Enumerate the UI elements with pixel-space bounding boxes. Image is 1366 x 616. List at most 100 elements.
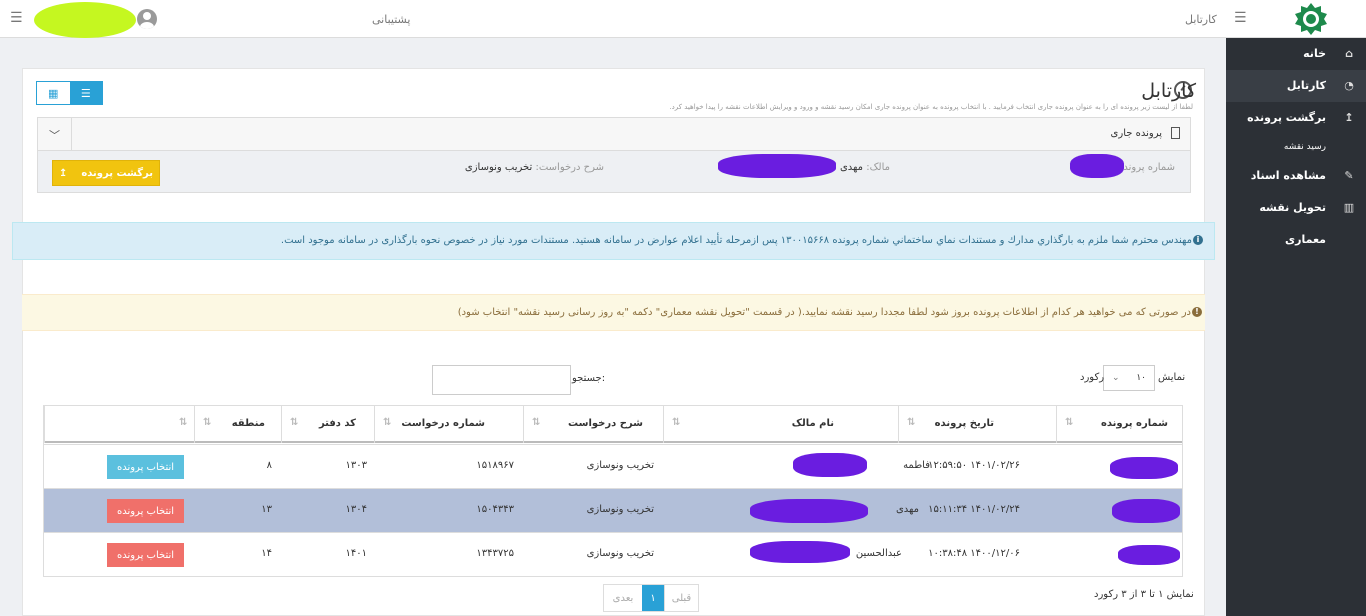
records-label: رکورد bbox=[1080, 372, 1105, 383]
office-code-cell: ۱۳۰۴ bbox=[345, 504, 367, 515]
column-header-file-date[interactable]: تاریخ پرونده ⇅ bbox=[898, 406, 1056, 443]
sidebar-item-map-receipt[interactable]: رسید نقشه bbox=[1226, 134, 1366, 160]
table-row[interactable]: ۱۴۰۱/۰۲/۲۴ ۱۵:۱۱:۳۴ مهدی تخریب ونوسازی ۱… bbox=[44, 488, 1182, 532]
sort-icon: ⇅ bbox=[203, 417, 212, 428]
owner-field: مالک: مهدی bbox=[840, 162, 890, 173]
paperclip-icon: ✎ bbox=[1344, 169, 1354, 182]
return-file-button[interactable]: برگشت پرونده ↥ bbox=[52, 160, 160, 186]
table-info: نمایش ۱ تا ۳ از ۳ رکورد bbox=[1094, 589, 1194, 600]
info-alert-text: مهندس محترم شما ملزم به بارگذاري مدارك و… bbox=[280, 235, 1192, 246]
sidebar-item-label: خانه bbox=[1303, 47, 1326, 60]
request-number-cell: ۱۳۴۳۷۲۵ bbox=[476, 548, 514, 559]
list-view-icon[interactable]: ☰ bbox=[69, 82, 102, 104]
column-header-file-number[interactable]: شماره پرونده ⇅ bbox=[1056, 406, 1182, 443]
page-description: لطفا از لیست زیر پرونده ای را به عنوان پ… bbox=[669, 103, 1193, 111]
return-button-label: برگشت پرونده bbox=[81, 167, 154, 179]
current-file-box: ﹀ پرونده جاری برگشت پرونده ↥ شماره پروند… bbox=[37, 117, 1191, 193]
sidebar-item-label: مشاهده اسناد bbox=[1250, 169, 1326, 182]
pagination-next[interactable]: بعدی bbox=[604, 585, 642, 611]
menu-icon[interactable]: ☰ bbox=[10, 10, 23, 26]
redacted-file-number bbox=[1070, 154, 1124, 178]
sidebar-item-label: کارتابل bbox=[1286, 79, 1326, 92]
warning-alert: ! در صورتی که می خواهید هر کدام از اطلاع… bbox=[22, 294, 1205, 331]
column-header-request-number[interactable]: شماره درخواست ⇅ bbox=[374, 406, 523, 443]
sidebar: ⌂ خانه ◔ کارتابل ↥ برگشت پرونده رسید نقش… bbox=[1226, 38, 1366, 616]
sidebar-item-architecture-map[interactable]: ▥ تحویل نقشه معماری bbox=[1226, 192, 1366, 246]
region-cell: ۱۳ bbox=[261, 504, 272, 515]
redacted-owner-name bbox=[750, 541, 850, 563]
warning-alert-text: در صورتی که می خواهید هر کدام از اطلاعات… bbox=[457, 307, 1191, 318]
sort-icon: ⇅ bbox=[907, 417, 916, 428]
redacted-file-number bbox=[1110, 457, 1178, 479]
redacted-owner-name bbox=[750, 499, 868, 523]
search-input[interactable] bbox=[432, 365, 571, 395]
sidebar-item-view-documents[interactable]: ✎ مشاهده اسناد bbox=[1226, 160, 1366, 192]
sort-icon: ⇅ bbox=[532, 417, 541, 428]
redacted-file-number bbox=[1112, 499, 1180, 523]
office-code-cell: ۱۳۰۳ bbox=[345, 460, 367, 471]
table-row[interactable]: ۱۴۰۱/۰۲/۲۶ ۱۲:۵۹:۵۰ فاطمه تخریب ونوسازی … bbox=[44, 444, 1182, 488]
request-label: شرح درخواست: bbox=[535, 162, 604, 173]
kartabl-link[interactable]: کارتابل bbox=[1185, 13, 1217, 26]
grid-view-icon[interactable]: ▦ bbox=[37, 82, 70, 104]
request-description-cell: تخریب ونوسازی bbox=[586, 548, 654, 559]
warning-icon: ! bbox=[1192, 307, 1202, 317]
owner-name-cell: مهدی bbox=[895, 504, 919, 515]
table-row[interactable]: ۱۴۰۰/۱۲/۰۶ ۱۰:۳۸:۴۸ عبدالحسین تخریب ونوس… bbox=[44, 532, 1182, 576]
chevron-down-icon: ⌄ bbox=[1112, 373, 1120, 383]
pagination-previous[interactable]: قبلی bbox=[664, 585, 698, 611]
sort-icon: ⇅ bbox=[1065, 417, 1074, 428]
chevron-down-icon[interactable]: ﹀ bbox=[38, 118, 72, 151]
top-bar: ☰ پشتیبانی کارتابل ☰ bbox=[0, 0, 1366, 38]
redacted-username bbox=[34, 2, 136, 38]
sidebar-item-home[interactable]: ⌂ خانه bbox=[1226, 38, 1366, 70]
table-header: شماره پرونده ⇅ تاریخ پرونده ⇅ نام مالک ⇅… bbox=[44, 406, 1182, 443]
page-length-select[interactable]: ⌄ ۱۰ bbox=[1103, 365, 1155, 391]
upload-icon: ↥ bbox=[58, 167, 68, 179]
sidebar-item-kartabl[interactable]: ◔ کارتابل bbox=[1226, 70, 1366, 102]
request-number-cell: ۱۵۱۸۹۶۷ bbox=[476, 460, 514, 471]
column-header-office-code[interactable]: کد دفتر ⇅ bbox=[281, 406, 374, 443]
request-number-cell: ۱۵۰۴۳۴۳ bbox=[476, 504, 514, 515]
office-code-cell: ۱۴۰۱ bbox=[345, 548, 367, 559]
redacted-file-number bbox=[1118, 545, 1180, 565]
sidebar-item-label: برگشت پرونده bbox=[1247, 111, 1326, 124]
sidebar-item-label: تحویل نقشه معماری bbox=[1259, 201, 1326, 246]
upload-icon: ↥ bbox=[1344, 111, 1354, 124]
current-file-header: ﹀ پرونده جاری bbox=[38, 118, 1190, 151]
info-alert: i مهندس محترم شما ملزم به بارگذاري مدارك… bbox=[12, 222, 1215, 260]
pagination-page-1[interactable]: ۱ bbox=[642, 585, 664, 611]
sidebar-item-label: رسید نقشه bbox=[1283, 142, 1326, 152]
map-icon: ▥ bbox=[1343, 201, 1355, 214]
page-title: کارتابل bbox=[1141, 80, 1196, 102]
search-label: جستجو: bbox=[572, 373, 606, 384]
sort-icon: ⇅ bbox=[290, 417, 299, 428]
logo-icon bbox=[1295, 3, 1327, 35]
column-header-owner-name[interactable]: نام مالک ⇅ bbox=[663, 406, 898, 443]
sort-icon: ⇅ bbox=[672, 417, 681, 428]
select-file-button[interactable]: انتخاب پرونده bbox=[107, 455, 184, 479]
owner-label: مالک: bbox=[866, 162, 890, 173]
request-value: تخریب ونوسازی bbox=[464, 162, 533, 173]
home-icon: ⌂ bbox=[1345, 47, 1353, 60]
sidebar-item-return-file[interactable]: ↥ برگشت پرونده bbox=[1226, 102, 1366, 134]
current-file-title: پرونده جاری bbox=[1110, 128, 1162, 139]
hamburger-icon[interactable]: ☰ bbox=[1234, 10, 1247, 26]
request-description-field: شرح درخواست: تخریب ونوسازی bbox=[465, 162, 604, 173]
pagination: بعدی ۱ قبلی bbox=[603, 584, 699, 612]
column-header-region[interactable]: منطقه ⇅ bbox=[194, 406, 281, 443]
support-link[interactable]: پشتیبانی bbox=[372, 13, 410, 26]
view-toggle: ▦ ☰ bbox=[36, 81, 103, 105]
request-description-cell: تخریب ونوسازی bbox=[586, 460, 654, 471]
page-length-value: ۱۰ bbox=[1136, 373, 1146, 383]
request-description-cell: تخریب ونوسازی bbox=[586, 504, 654, 515]
column-header-request-description[interactable]: شرح درخواست ⇅ bbox=[523, 406, 663, 443]
select-file-button[interactable]: انتخاب پرونده bbox=[107, 543, 184, 567]
show-label: نمایش bbox=[1158, 372, 1186, 383]
select-file-button[interactable]: انتخاب پرونده bbox=[107, 499, 184, 523]
info-icon: i bbox=[1193, 235, 1203, 245]
column-header-actions[interactable]: ⇅ bbox=[44, 406, 194, 443]
user-avatar-icon[interactable] bbox=[137, 9, 157, 29]
dashboard-icon: ◔ bbox=[1344, 79, 1354, 92]
sort-icon: ⇅ bbox=[383, 417, 392, 428]
